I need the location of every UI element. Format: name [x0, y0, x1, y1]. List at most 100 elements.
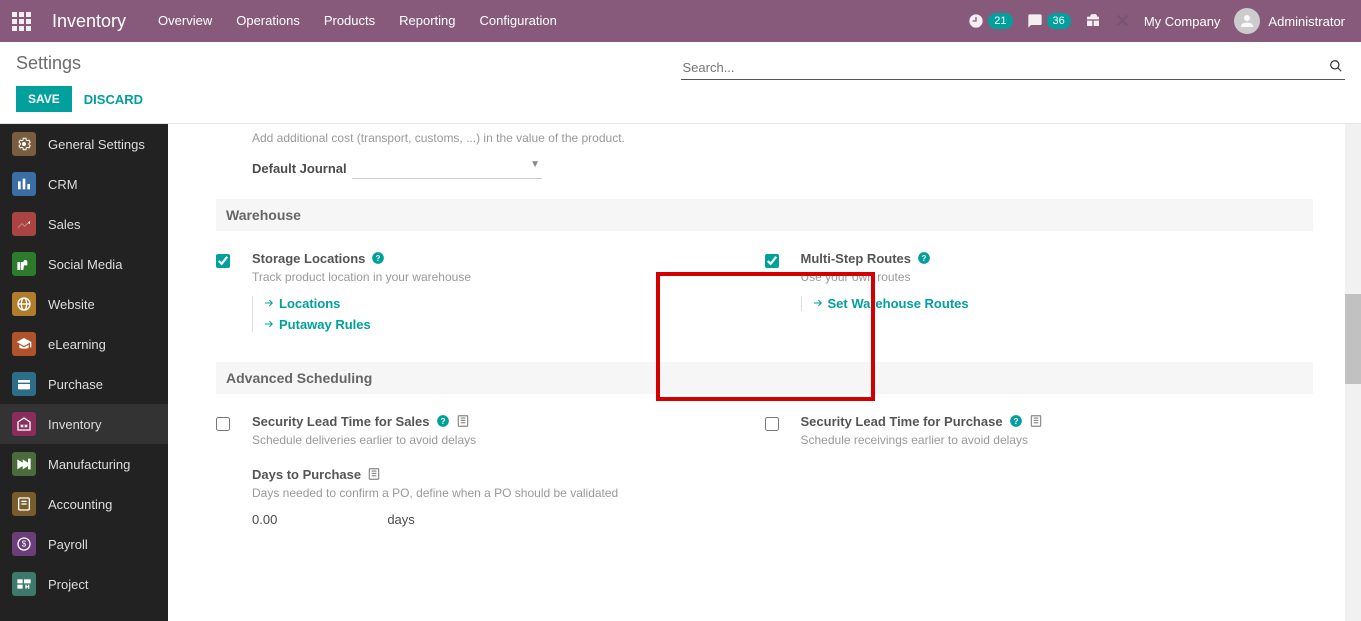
- default-journal-label: Default Journal: [252, 161, 352, 176]
- sidebar-item-label: Accounting: [48, 497, 112, 512]
- chat-icon: [1027, 13, 1043, 29]
- sidebar-item-purchase[interactable]: Purchase: [0, 364, 168, 404]
- company-icon[interactable]: [456, 414, 470, 428]
- clock-icon: [968, 13, 984, 29]
- company-icon[interactable]: [367, 467, 381, 481]
- content-scroll[interactable]: Add additional cost (transport, customs,…: [168, 124, 1361, 621]
- locations-link-label: Locations: [279, 296, 340, 311]
- lead-time-purchase-checkbox[interactable]: [765, 417, 779, 431]
- sidebar-item-label: General Settings: [48, 137, 145, 152]
- lead-time-sales-checkbox[interactable]: [216, 417, 230, 431]
- storage-locations-checkbox[interactable]: [216, 254, 230, 268]
- payroll-icon: $: [12, 532, 36, 556]
- locations-link[interactable]: Locations: [263, 296, 765, 311]
- svg-text:?: ?: [376, 254, 381, 263]
- purchase-icon: [12, 372, 36, 396]
- svg-text:?: ?: [1013, 417, 1018, 426]
- sidebar-item-website[interactable]: Website: [0, 284, 168, 324]
- days-to-purchase-unit: days: [387, 512, 414, 527]
- company-switcher[interactable]: My Company: [1144, 14, 1221, 29]
- general-settings-icon: [12, 132, 36, 156]
- set-warehouse-routes-link-label: Set Warehouse Routes: [828, 296, 969, 311]
- search-bar: [681, 56, 1346, 80]
- help-icon[interactable]: ?: [917, 251, 931, 265]
- activity-indicator[interactable]: 21: [968, 13, 1012, 29]
- activity-badge: 21: [988, 13, 1012, 29]
- page-title: Settings: [16, 53, 681, 74]
- section-advanced-scheduling: Advanced Scheduling: [216, 362, 1313, 394]
- sidebar-item-label: eLearning: [48, 337, 106, 352]
- sidebar-item-accounting[interactable]: Accounting: [0, 484, 168, 524]
- nav-products[interactable]: Products: [312, 0, 387, 42]
- user-menu[interactable]: Administrator: [1234, 8, 1345, 34]
- chevron-down-icon: ▼: [530, 159, 540, 170]
- lead-time-purchase-desc: Schedule receivings earlier to avoid del…: [801, 429, 1314, 449]
- social-media-icon: [12, 252, 36, 276]
- sidebar-item-manufacturing[interactable]: Manufacturing: [0, 444, 168, 484]
- sidebar-item-label: Project: [48, 577, 88, 592]
- sidebar-item-crm[interactable]: CRM: [0, 164, 168, 204]
- company-icon[interactable]: [1029, 414, 1043, 428]
- help-icon[interactable]: ?: [1009, 414, 1023, 428]
- crm-icon: [12, 172, 36, 196]
- navbar: Inventory Overview Operations Products R…: [0, 0, 1361, 42]
- sidebar-item-project[interactable]: Project: [0, 564, 168, 604]
- svg-text:?: ?: [440, 417, 445, 426]
- scrollbar-thumb[interactable]: [1345, 294, 1361, 384]
- user-name: Administrator: [1268, 14, 1345, 29]
- landed-cost-desc: Add additional cost (transport, customs,…: [216, 124, 1313, 151]
- sidebar-item-payroll[interactable]: $ Payroll: [0, 524, 168, 564]
- close-icon[interactable]: ✕: [1115, 11, 1130, 32]
- sidebar-item-label: Social Media: [48, 257, 122, 272]
- nav-configuration[interactable]: Configuration: [468, 0, 569, 42]
- messages-indicator[interactable]: 36: [1027, 13, 1071, 29]
- help-icon[interactable]: ?: [371, 251, 385, 265]
- multi-step-routes-checkbox[interactable]: [765, 254, 779, 268]
- set-warehouse-routes-link[interactable]: Set Warehouse Routes: [812, 296, 1314, 311]
- nav-menu: Overview Operations Products Reporting C…: [146, 0, 569, 42]
- default-journal-select[interactable]: [352, 159, 542, 179]
- website-icon: [12, 292, 36, 316]
- brand[interactable]: Inventory: [42, 11, 146, 32]
- project-icon: [12, 572, 36, 596]
- gift-icon[interactable]: [1085, 12, 1101, 31]
- sidebar-item-sales[interactable]: Sales: [0, 204, 168, 244]
- sidebar-item-inventory[interactable]: Inventory: [0, 404, 168, 444]
- accounting-icon: [12, 492, 36, 516]
- multi-step-routes-title: Multi-Step Routes: [801, 251, 912, 266]
- sidebar-item-label: Manufacturing: [48, 457, 130, 472]
- days-to-purchase-desc: Days needed to confirm a PO, define when…: [252, 482, 765, 502]
- sidebar-item-general-settings[interactable]: General Settings: [0, 124, 168, 164]
- manufacturing-icon: [12, 452, 36, 476]
- nav-operations[interactable]: Operations: [224, 0, 312, 42]
- sidebar-item-label: CRM: [48, 177, 78, 192]
- sidebar-item-label: Website: [48, 297, 95, 312]
- sidebar-item-label: Sales: [48, 217, 81, 232]
- messages-badge: 36: [1047, 13, 1071, 29]
- storage-locations-desc: Track product location in your warehouse: [252, 266, 765, 286]
- svg-text:?: ?: [922, 254, 927, 263]
- save-button[interactable]: SAVE: [16, 86, 72, 112]
- discard-button[interactable]: DISCARD: [84, 92, 143, 107]
- help-icon[interactable]: ?: [436, 414, 450, 428]
- sidebar-item-elearning[interactable]: eLearning: [0, 324, 168, 364]
- search-input[interactable]: [681, 56, 1328, 79]
- avatar: [1234, 8, 1260, 34]
- sidebar-item-label: Payroll: [48, 537, 88, 552]
- svg-text:$: $: [22, 540, 27, 549]
- sidebar-item-social-media[interactable]: Social Media: [0, 244, 168, 284]
- apps-icon[interactable]: [0, 12, 42, 31]
- lead-time-purchase-title: Security Lead Time for Purchase: [801, 414, 1003, 429]
- search-icon[interactable]: [1327, 59, 1345, 76]
- settings-sidebar: General Settings CRM Sales Social Media Webs…: [0, 124, 168, 621]
- sales-icon: [12, 212, 36, 236]
- days-to-purchase-value[interactable]: 0.00: [252, 512, 277, 527]
- sidebar-item-label: Purchase: [48, 377, 103, 392]
- inventory-icon: [12, 412, 36, 436]
- nav-reporting[interactable]: Reporting: [387, 0, 467, 42]
- elearning-icon: [12, 332, 36, 356]
- lead-time-sales-desc: Schedule deliveries earlier to avoid del…: [252, 429, 765, 449]
- putaway-rules-link[interactable]: Putaway Rules: [263, 317, 765, 332]
- days-to-purchase-title: Days to Purchase: [252, 467, 361, 482]
- nav-overview[interactable]: Overview: [146, 0, 224, 42]
